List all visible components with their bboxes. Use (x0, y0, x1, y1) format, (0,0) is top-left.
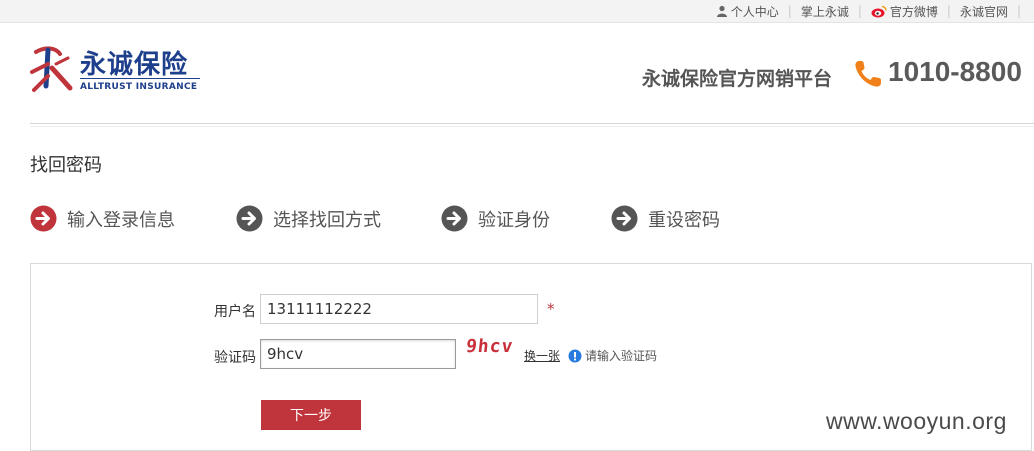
step-verify-identity: 验证身份 (441, 205, 550, 232)
info-icon (568, 349, 582, 362)
arrow-circle-icon (441, 205, 468, 232)
username-input[interactable] (260, 294, 538, 324)
logo-divider (80, 78, 200, 79)
arrow-circle-icon (236, 205, 263, 232)
top-links: 个人中心 | 掌上永诚 | 官方微博 | 永诚官网 | (716, 0, 1030, 22)
top-utility-bar: 个人中心 | 掌上永诚 | 官方微博 | 永诚官网 | (0, 0, 1034, 23)
captcha-hint-text: 请输入验证码 (585, 349, 658, 363)
user-icon (716, 5, 727, 17)
logo-text-en: ALLTRUST INSURANCE (80, 82, 198, 92)
step-label: 输入登录信息 (67, 209, 175, 231)
watermark: www.wooyun.org (826, 408, 1007, 434)
step-label: 重设密码 (648, 209, 720, 231)
arrow-circle-icon (611, 205, 638, 232)
captcha-image[interactable]: 9hcv (465, 336, 521, 358)
step-label: 选择找回方式 (273, 209, 381, 231)
weibo-label: 官方微博 (889, 4, 938, 19)
logo-mark-icon (30, 46, 73, 92)
step-enter-login-info: 输入登录信息 (30, 205, 175, 232)
logo[interactable]: 永诚保险 ALLTRUST INSURANCE (28, 42, 208, 100)
step-choose-method: 选择找回方式 (236, 205, 381, 232)
platform-title: 永诚保险官方网销平台 (642, 68, 833, 90)
personal-center-link[interactable]: 个人中心 (716, 3, 779, 20)
mobile-label: 掌上永诚 (800, 4, 849, 19)
header-divider (30, 123, 1034, 127)
weibo-icon (871, 5, 887, 17)
arrow-circle-icon (30, 205, 57, 232)
next-step-button[interactable]: 下一步 (261, 400, 361, 430)
required-mark: * (547, 300, 555, 318)
separator: | (857, 4, 862, 18)
captcha-label: 验证码 (214, 350, 256, 366)
step-label: 验证身份 (478, 209, 550, 231)
separator: | (1016, 4, 1021, 18)
weibo-link[interactable]: 官方微博 (871, 3, 938, 20)
official-site-label: 永诚官网 (959, 4, 1008, 19)
separator: | (946, 4, 951, 18)
step-reset-password: 重设密码 (611, 205, 720, 232)
captcha-hint: 请输入验证码 (568, 347, 657, 364)
phone-icon (855, 61, 881, 87)
separator: | (787, 4, 792, 18)
username-label: 用户名 (214, 304, 256, 320)
logo-text-cn: 永诚保险 (80, 50, 189, 80)
personal-center-label: 个人中心 (730, 4, 779, 19)
mobile-link[interactable]: 掌上永诚 (801, 3, 849, 20)
page-title: 找回密码 (30, 155, 102, 176)
refresh-captcha-link[interactable]: 换一张 (524, 347, 560, 364)
hotline-number: 1010-8800 (888, 56, 1022, 87)
captcha-input[interactable] (260, 339, 456, 369)
official-site-link[interactable]: 永诚官网 (960, 3, 1008, 20)
